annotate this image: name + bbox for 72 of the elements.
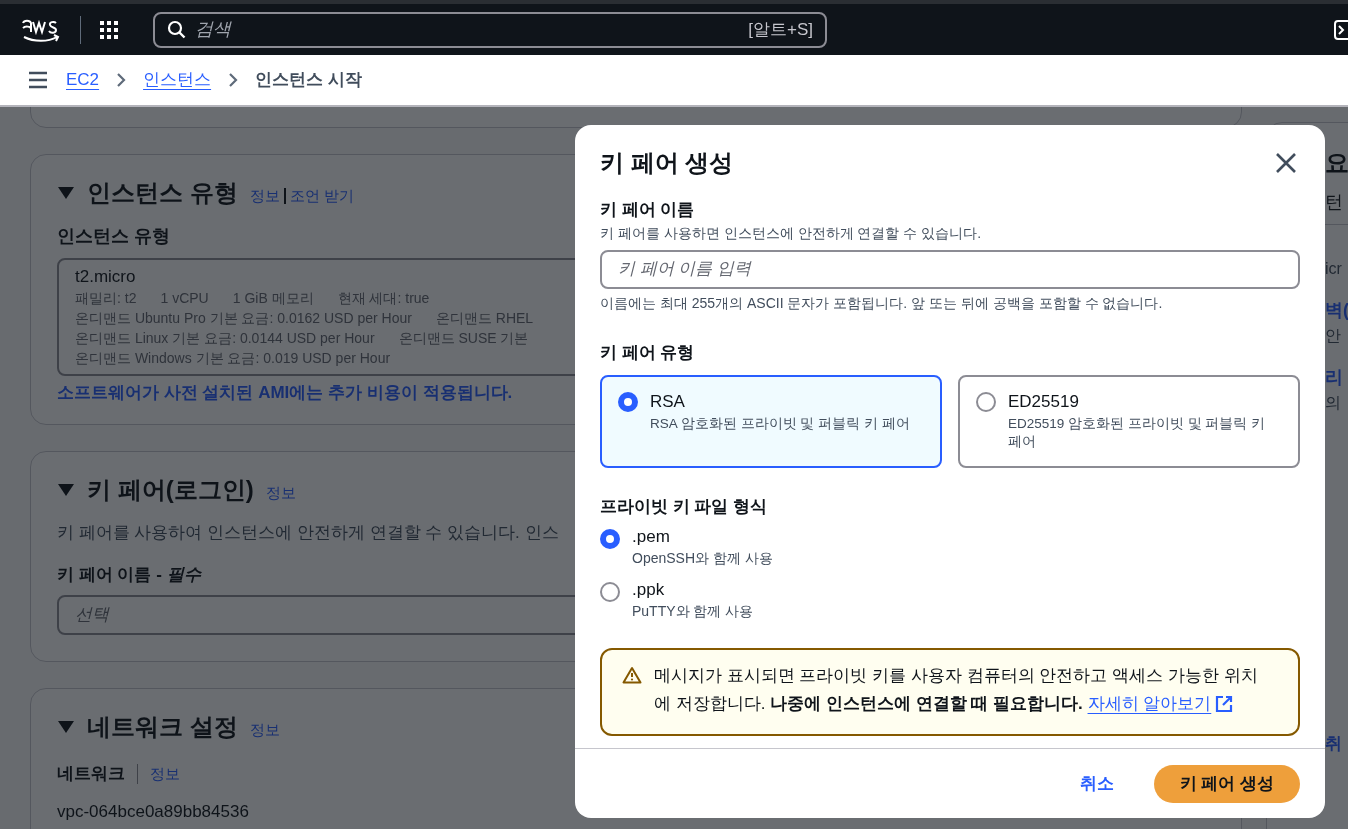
detail-text: 패밀리: t2 [75,289,137,308]
advice-link[interactable]: 조언 받기 [289,185,354,208]
option-description: PuTTY와 함께 사용 [632,601,754,621]
option-label: ED25519 [1008,391,1080,413]
info-link[interactable]: 정보 [150,762,180,785]
constraint-text: 이름에는 최대 255개의 ASCII 문자가 포함됩니다. 앞 또는 뒤에 공백을 포함할 수 없습니다. [600,293,1164,313]
chevron-icon [227,72,240,88]
option-label: .ppk [632,578,666,601]
option-description: ED25519 암호화된 프라이빗 및 퍼블릭 키 페어 [1008,414,1267,451]
radio-button[interactable] [618,392,638,412]
detail-text: 현재 세대: true [337,289,430,308]
summary-text: 요 [1325,148,1348,178]
breadcrumb-link[interactable]: 인스턴스 [143,67,212,93]
key-type-option[interactable]: RSA RSA 암호화된 프라이빗 및 퍼블릭 키 페어 [600,375,942,468]
external-link-icon [1215,694,1234,713]
key-pair-name-input[interactable]: 키 페어 이름 입력 [600,249,1300,289]
shortcut-hint: [알트+S] [748,18,813,41]
search-bar[interactable]: 검색 [알트+S] [153,11,827,48]
detail-text: 온디맨드 Ubuntu Pro 기본 요금: 0.0162 USD per Hour [75,309,412,328]
alert-text: 메시지가 표시되면 프라이빗 키를 사용자 컴퓨터의 안전하고 액세스 가능한 위치에 저장합니다. 나중에 인스턴스에 연결할 때 필요합니다. 자세히 알아보기 [654,661,1278,734]
detail-text: 온디맨드 Linux 기본 요금: 0.0144 USD per Hour [75,329,375,348]
info-link[interactable]: 정보 [249,719,280,742]
detail-text: 온디맨드 Windows 기본 요금: 0.019 USD per Hour [75,349,391,368]
section-title: 인스턴스 유형 [87,178,238,208]
note-text: 소프트웨어가 사전 설치된 AMI에는 추가 비용이 적용됩니다. [57,382,513,404]
field-value: vpc-064bce0a89bb84536 [57,800,249,823]
field-description: 키 페어를 사용하면 인스턴스에 안전하게 연결할 수 있습니다. [600,223,983,243]
info-link[interactable]: 정보 [265,482,296,505]
option-description: RSA 암호화된 프라이빗 및 퍼블릭 키 페어 [650,414,910,433]
collapse-triangle-icon[interactable] [57,483,75,497]
create-key-pair-button[interactable]: 키 페어 생성 [1153,764,1300,803]
radio-button[interactable] [600,528,620,549]
summary-text: 안 [1325,326,1342,346]
field-label: 키 페어 이름 - 필수 [57,563,201,586]
breadcrumb-link[interactable]: EC2 [66,67,100,93]
field-label: 키 페어 이름 [600,199,696,221]
detail-text: 1 vCPU [160,289,209,308]
section-title: 키 페어(로그인) [87,475,254,505]
summary-link[interactable]: 리 [1325,364,1348,391]
menu-icon[interactable] [28,71,48,89]
dialog-title: 키 페어 생성 [600,148,734,178]
key-type-option[interactable]: ED25519 ED25519 암호화된 프라이빗 및 퍼블릭 키 페어 [958,375,1300,468]
option-label: RSA [650,391,686,413]
learn-more-link[interactable]: 자세히 알아보기 [1087,689,1234,718]
warning-icon [622,665,642,684]
summary-text: icr [1325,259,1343,279]
chevron-icon [115,72,128,88]
search-icon [167,19,187,40]
breadcrumb-current: 인스턴스 시작 [255,69,362,92]
detail-text: 1 GiB 메모리 [232,289,314,308]
radio-button[interactable] [976,392,996,412]
detail-text: 온디맨드 SUSE 기본 [398,329,529,348]
select-value: t2.micro [75,266,136,288]
field-label: 인스턴스 유형 [57,225,170,248]
collapse-triangle-icon[interactable] [57,186,75,200]
option-description: OpenSSH와 함께 사용 [632,548,773,568]
cancel-button[interactable]: 취소 [1063,770,1130,797]
terminal-icon[interactable] [1334,19,1348,40]
section-title: 네트워크 설정 [87,712,238,742]
cancel-link[interactable]: 취 [1325,731,1348,757]
info-link[interactable]: 정보 [249,185,280,208]
description-text: 키 페어를 사용하여 인스턴스에 안전하게 연결할 수 있습니다. 인스 [57,522,559,544]
radio-button[interactable] [600,581,620,602]
summary-text: 의 [1325,393,1342,413]
search-input[interactable]: 검색 [195,16,741,43]
detail-text: 온디맨드 RHEL [435,309,534,328]
collapse-triangle-icon[interactable] [57,720,75,734]
field-label: 네트워크 [57,763,125,785]
option-label: .pem [632,525,671,548]
field-label: 프라이빗 키 파일 형식 [600,496,769,518]
field-label: 키 페어 유형 [600,341,696,364]
apps-grid-icon[interactable] [99,19,119,40]
